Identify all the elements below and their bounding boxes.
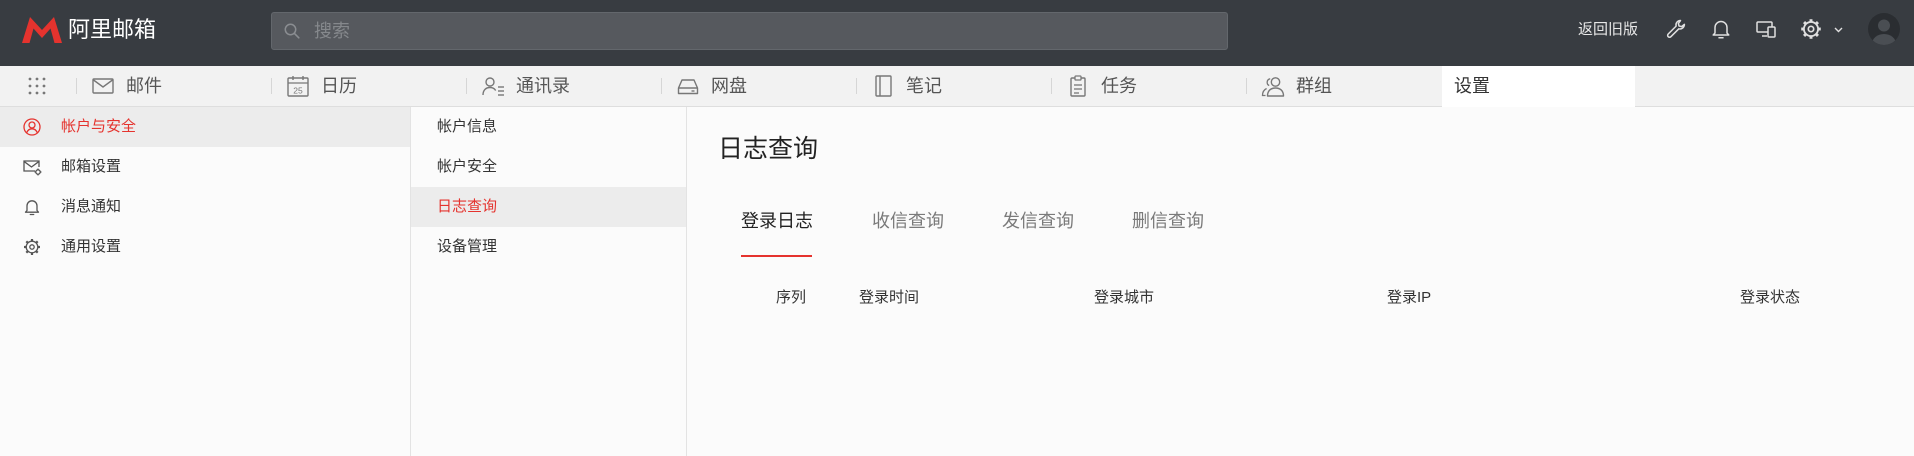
mail-icon bbox=[92, 78, 114, 94]
sidebar-item-label: 消息通知 bbox=[61, 198, 122, 215]
search-input[interactable] bbox=[272, 13, 1227, 49]
tab-contacts[interactable]: 通讯录 bbox=[466, 66, 661, 106]
submenu-item-account-security[interactable]: 帐户安全 bbox=[411, 147, 686, 187]
tab-separator bbox=[271, 78, 272, 94]
logo-text[interactable]: 阿里邮箱 bbox=[68, 17, 156, 43]
column-header-login-status: 登录状态 bbox=[1740, 289, 1801, 306]
drive-icon bbox=[677, 79, 699, 95]
sidebar-item-label: 帐户与安全 bbox=[61, 118, 137, 135]
tab-separator bbox=[856, 78, 857, 94]
submenu-item-device-management[interactable]: 设备管理 bbox=[411, 227, 686, 267]
submenu-item-log-query[interactable]: 日志查询 bbox=[411, 187, 686, 227]
notebook-icon bbox=[875, 75, 892, 97]
avatar[interactable] bbox=[1868, 13, 1900, 45]
group-icon bbox=[1261, 77, 1285, 97]
tasks-icon bbox=[1070, 75, 1086, 97]
bell-icon bbox=[24, 200, 40, 216]
top-bar: 阿里邮箱 返回旧版 bbox=[0, 0, 1914, 66]
sidebar-item-general-settings[interactable]: 通用设置 bbox=[0, 227, 410, 267]
bell-icon[interactable] bbox=[1710, 18, 1732, 40]
submenu-item-label: 日志查询 bbox=[437, 198, 498, 215]
sidebar-item-label: 通用设置 bbox=[61, 238, 122, 255]
sidebar-item-account-security[interactable]: 帐户与安全 bbox=[0, 107, 410, 147]
tab-login-log[interactable]: 登录日志 bbox=[741, 208, 813, 234]
calendar-icon: 25 bbox=[287, 76, 309, 97]
submenu-item-label: 帐户安全 bbox=[437, 158, 498, 175]
tab-notes[interactable]: 笔记 bbox=[856, 66, 1051, 106]
column-header-login-ip: 登录IP bbox=[1387, 289, 1432, 306]
submenu-item-account-info[interactable]: 帐户信息 bbox=[411, 107, 686, 147]
tab-sent-query[interactable]: 发信查询 bbox=[1002, 208, 1074, 234]
settings-sidebar: 帐户与安全 邮箱设置 消息通知 通用设置 bbox=[0, 107, 411, 456]
gear-icon bbox=[24, 239, 40, 255]
submenu-item-label: 设备管理 bbox=[437, 238, 498, 255]
tab-label: 任务 bbox=[1101, 76, 1137, 96]
search-box[interactable] bbox=[271, 12, 1228, 50]
tab-drive[interactable]: 网盘 bbox=[661, 66, 856, 106]
tab-mail[interactable]: 邮件 bbox=[76, 66, 271, 106]
column-header-login-city: 登录城市 bbox=[1094, 289, 1155, 306]
tab-label: 群组 bbox=[1296, 76, 1332, 96]
calendar-icon-day: 25 bbox=[293, 86, 303, 96]
active-tab-underline bbox=[741, 255, 812, 257]
submenu-item-label: 帐户信息 bbox=[437, 118, 498, 135]
mail-settings-icon bbox=[23, 160, 42, 176]
wrench-icon[interactable] bbox=[1665, 18, 1687, 40]
tab-calendar[interactable]: 25 日历 bbox=[271, 66, 466, 106]
tab-separator bbox=[1051, 78, 1052, 94]
app-grid-icon[interactable] bbox=[27, 76, 47, 96]
chevron-down-icon[interactable] bbox=[1834, 27, 1843, 33]
contacts-icon bbox=[482, 77, 504, 96]
user-circle-icon bbox=[23, 118, 41, 136]
gear-icon[interactable] bbox=[1800, 18, 1822, 40]
tab-label: 笔记 bbox=[906, 76, 942, 96]
back-to-old-version-link[interactable]: 返回旧版 bbox=[1578, 19, 1638, 41]
tab-label: 日历 bbox=[321, 76, 357, 96]
logo-mark-icon[interactable] bbox=[20, 16, 64, 44]
tab-groups[interactable]: 群组 bbox=[1246, 66, 1441, 106]
devices-icon[interactable] bbox=[1755, 18, 1777, 40]
sidebar-item-label: 邮箱设置 bbox=[61, 158, 122, 175]
column-header-login-time: 登录时间 bbox=[859, 289, 920, 306]
tab-separator bbox=[1246, 78, 1247, 94]
tab-deleted-query[interactable]: 删信查询 bbox=[1132, 208, 1204, 234]
account-submenu: 帐户信息 帐户安全 日志查询 设备管理 bbox=[411, 107, 687, 456]
tab-label: 通讯录 bbox=[516, 76, 570, 96]
tab-settings[interactable]: 设置 bbox=[1442, 66, 1635, 107]
tab-tasks[interactable]: 任务 bbox=[1051, 66, 1246, 106]
sidebar-item-mailbox-settings[interactable]: 邮箱设置 bbox=[0, 147, 410, 187]
tab-separator bbox=[466, 78, 467, 94]
sidebar-item-notifications[interactable]: 消息通知 bbox=[0, 187, 410, 227]
tab-separator bbox=[661, 78, 662, 94]
tab-label: 设置 bbox=[1454, 76, 1490, 96]
module-tab-bar: 邮件 25 日历 通讯录 网盘 笔记 任务 群组 设置 bbox=[0, 66, 1914, 107]
tab-separator bbox=[76, 78, 77, 94]
tab-label: 网盘 bbox=[711, 76, 747, 96]
tab-received-query[interactable]: 收信查询 bbox=[872, 208, 944, 234]
column-header-index: 序列 bbox=[776, 289, 807, 306]
tab-label: 邮件 bbox=[126, 76, 162, 96]
page-title: 日志查询 bbox=[718, 135, 819, 163]
